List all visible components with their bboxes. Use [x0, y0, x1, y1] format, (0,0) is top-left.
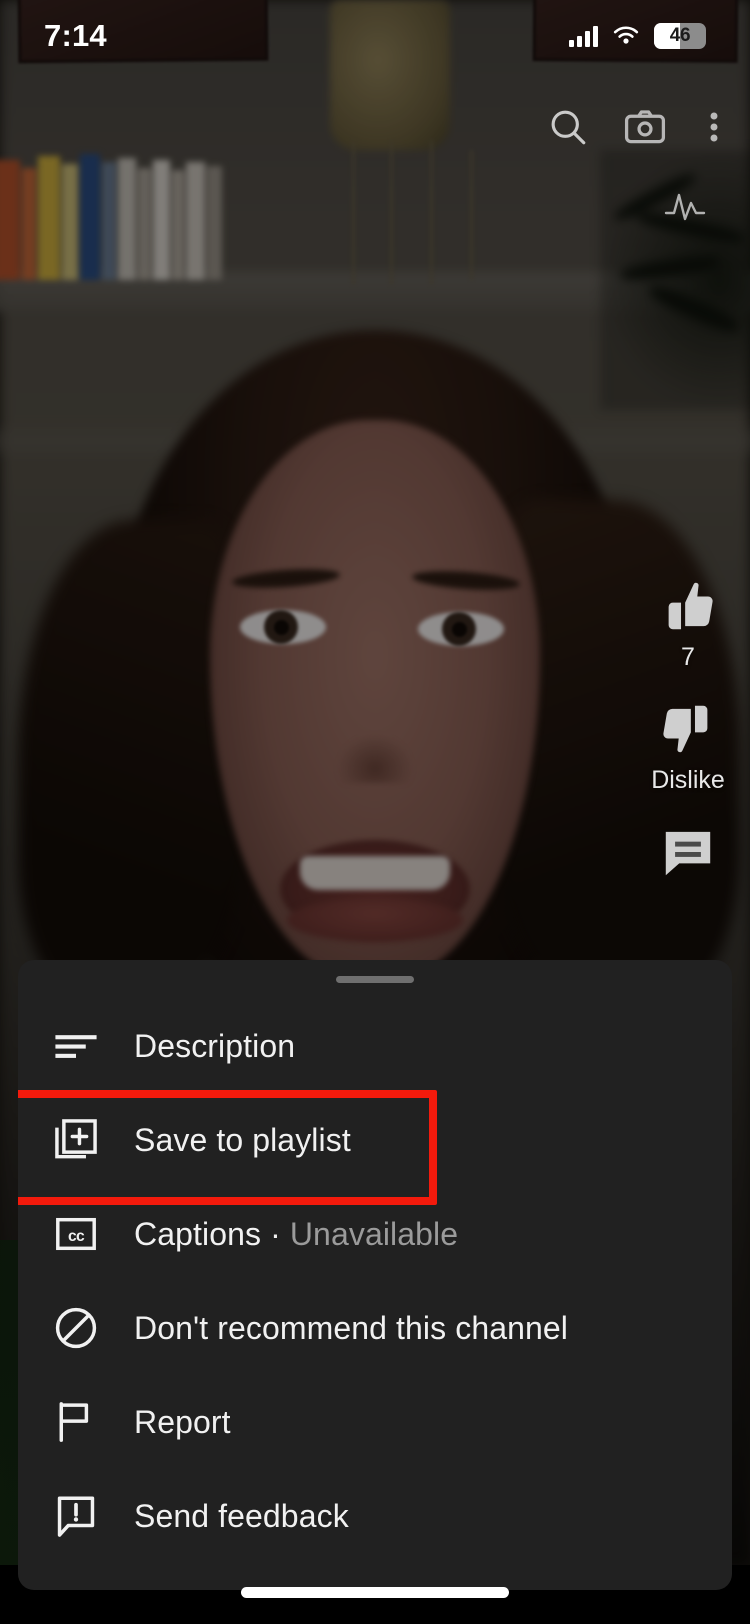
- more-vertical-icon[interactable]: [700, 105, 728, 154]
- like-count: 7: [681, 643, 695, 671]
- status-bar: 7:14 46: [0, 0, 750, 72]
- menu-item-report[interactable]: Report: [18, 1375, 732, 1469]
- menu-item-save-to-playlist[interactable]: Save to playlist: [18, 1090, 732, 1205]
- comments-button[interactable]: [657, 821, 719, 883]
- menu-item-label: Don't recommend this channel: [134, 1309, 569, 1346]
- menu-item-label: Description: [134, 1027, 296, 1064]
- home-indicator[interactable]: [241, 1587, 509, 1598]
- thumbs-up-icon: [668, 582, 713, 630]
- menu-item-label: Report: [134, 1403, 231, 1440]
- captions-status: Unavailable: [289, 1215, 459, 1252]
- svg-text:cc: cc: [68, 1228, 85, 1245]
- drag-handle[interactable]: [336, 976, 414, 983]
- menu-item-label: Captions · Unavailable: [134, 1216, 458, 1253]
- menu-item-label: Send feedback: [134, 1497, 349, 1534]
- status-icons: 46: [569, 23, 706, 49]
- status-clock: 7:14: [44, 18, 107, 53]
- pulse-waveform-icon[interactable]: [662, 185, 708, 230]
- captions-label: Captions ·: [134, 1215, 290, 1252]
- menu-item-description[interactable]: Description: [18, 999, 732, 1093]
- save-to-playlist-icon: [50, 1114, 114, 1166]
- camera-icon[interactable]: [622, 104, 668, 155]
- menu-item-label: Save to playlist: [134, 1121, 351, 1158]
- flag-icon: [50, 1396, 114, 1448]
- like-button[interactable]: 7: [657, 575, 719, 672]
- menu-item-dont-recommend[interactable]: Don't recommend this channel: [18, 1281, 732, 1375]
- search-icon[interactable]: [546, 105, 590, 154]
- thumbs-down-icon: [663, 705, 708, 753]
- signal-bars-icon: [569, 25, 598, 47]
- battery-icon: 46: [654, 23, 706, 49]
- phone-screen: 7:14 46 7 Dislike Description Save to pl…: [0, 0, 750, 1624]
- comment-icon: [665, 831, 711, 876]
- action-rail: 7 Dislike: [640, 575, 736, 909]
- dislike-label: Dislike: [651, 766, 725, 794]
- dislike-button[interactable]: Dislike: [651, 698, 725, 795]
- wifi-icon: [613, 26, 639, 44]
- top-controls: [546, 104, 728, 155]
- options-menu: Description Save to playlist cc Captions…: [18, 999, 732, 1563]
- block-circle-icon: [50, 1302, 114, 1354]
- closed-captions-icon: cc: [50, 1208, 114, 1260]
- options-bottom-sheet: Description Save to playlist cc Captions…: [18, 960, 732, 1590]
- menu-item-captions[interactable]: cc Captions · Unavailable: [18, 1187, 732, 1281]
- feedback-exclaim-icon: [50, 1490, 114, 1542]
- menu-item-send-feedback[interactable]: Send feedback: [18, 1469, 732, 1563]
- battery-percent: 46: [669, 25, 691, 46]
- description-lines-icon: [50, 1020, 114, 1072]
